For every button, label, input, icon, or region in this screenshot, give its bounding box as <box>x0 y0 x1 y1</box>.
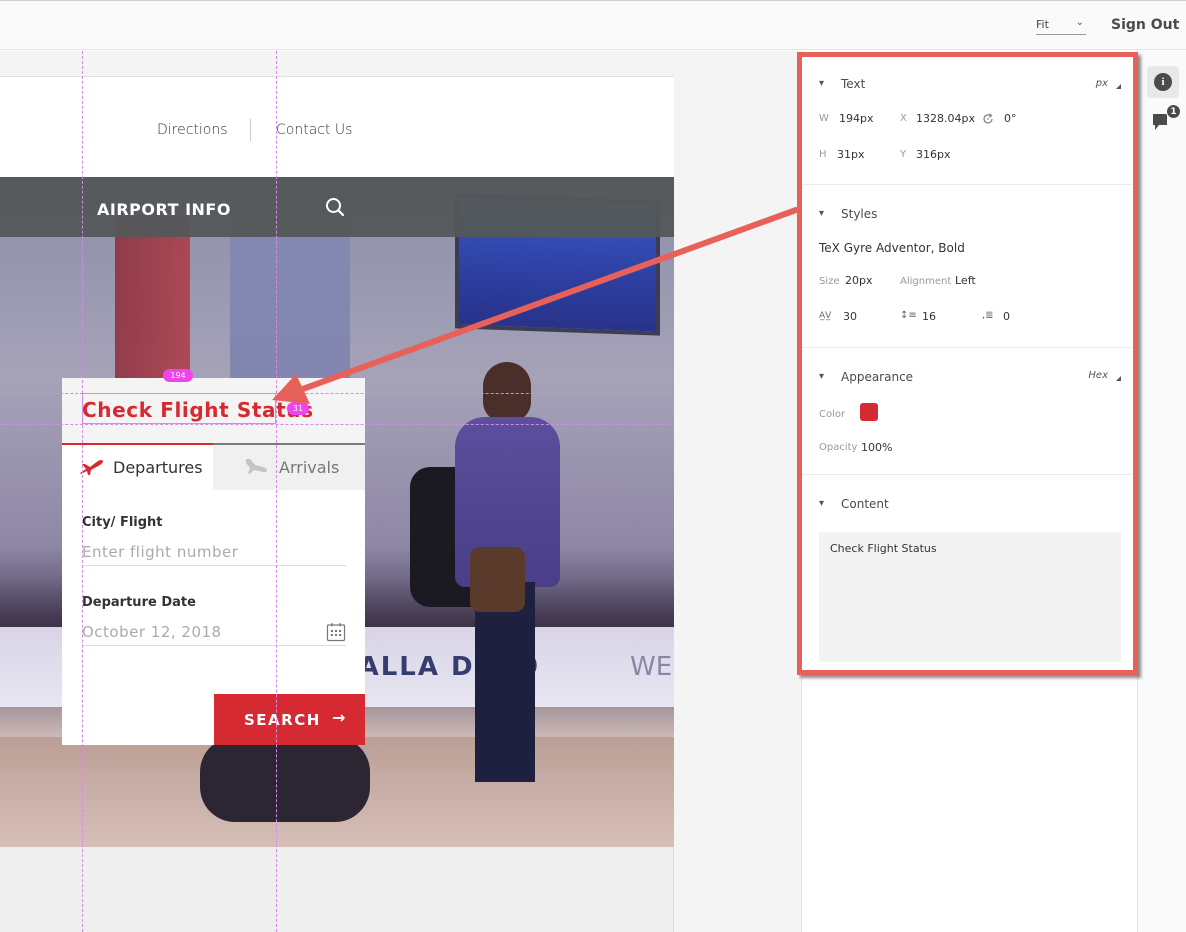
guide-line-right <box>276 51 277 932</box>
guide-line-left <box>82 51 83 932</box>
main-nav-bar: AIRPORT INFO <box>0 177 674 237</box>
callout-highlight-box <box>797 52 1138 675</box>
nav-divider <box>250 119 251 141</box>
info-panel-button[interactable]: i <box>1147 66 1179 98</box>
zoom-level-dropdown[interactable]: Fit ⌄ <box>1036 17 1086 35</box>
tab-arrivals[interactable]: Arrivals <box>213 443 365 490</box>
zoom-level-value: Fit <box>1036 18 1049 31</box>
tab-departures[interactable]: Departures <box>62 443 213 490</box>
search-button[interactable]: SEARCH → <box>214 694 365 745</box>
tab-departures-label: Departures <box>113 458 203 477</box>
nav-link-contact-us[interactable]: Contact Us <box>276 122 352 138</box>
selection-box[interactable] <box>82 393 276 424</box>
sign-out-link[interactable]: Sign Out <box>1111 17 1179 33</box>
plane-arrival-icon <box>246 459 267 474</box>
arrow-right-icon: → <box>332 708 347 727</box>
nav-link-directions[interactable]: Directions <box>157 122 228 138</box>
info-icon: i <box>1154 73 1172 91</box>
hero-floor-bag <box>200 737 370 822</box>
flight-number-input[interactable] <box>82 538 346 566</box>
comments-button[interactable]: 1 <box>1152 104 1182 134</box>
calendar-icon[interactable] <box>326 622 346 642</box>
comment-count-badge: 1 <box>1166 104 1181 119</box>
traveler-head <box>483 362 531 422</box>
flight-status-card: Check Flight Status Departures Arrivals … <box>62 378 365 745</box>
hero-signage-text-faded: WEL <box>630 652 674 682</box>
traveler-legs <box>475 582 535 782</box>
width-measure-pill: 194 <box>163 369 193 382</box>
departure-date-input[interactable] <box>82 618 346 646</box>
search-button-label: SEARCH <box>244 711 321 729</box>
height-measure-pill: 31 <box>287 402 309 415</box>
top-bar: Fit ⌄ Sign Out <box>0 0 1186 50</box>
departure-date-label: Departure Date <box>82 595 196 610</box>
city-flight-label: City/ Flight <box>82 515 163 530</box>
search-icon[interactable] <box>325 197 345 217</box>
hero-handbag <box>470 547 525 612</box>
site-header: Directions Contact Us <box>0 76 674 177</box>
tab-arrivals-label: Arrivals <box>279 458 340 477</box>
chevron-down-icon: ⌄ <box>1075 17 1084 28</box>
guide-line-bottom <box>0 424 674 425</box>
nav-airport-info[interactable]: AIRPORT INFO <box>97 200 231 219</box>
